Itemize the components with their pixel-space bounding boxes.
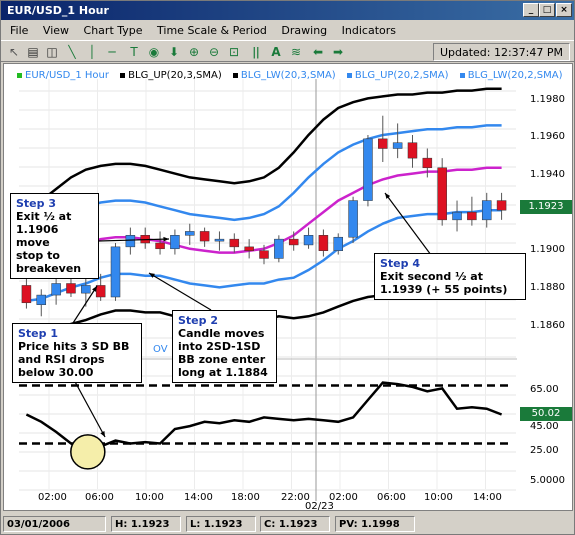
current-price-marker: 1.1923 bbox=[520, 200, 572, 214]
status-pv: PV: 1.1998 bbox=[335, 516, 415, 532]
legend-entry: BLG_UP(20,3,SMA) bbox=[120, 70, 222, 81]
callout-line: Price hits 3 SD BB bbox=[18, 340, 130, 353]
candle-body bbox=[125, 235, 136, 248]
candle-body bbox=[214, 238, 225, 242]
candle-body bbox=[481, 200, 492, 221]
candle-body bbox=[229, 238, 240, 248]
legend-entry: BLG_LW(20,2,SMA) bbox=[459, 70, 562, 81]
time-tick: 14:00 bbox=[184, 492, 213, 503]
callout-line: BB zone enter bbox=[178, 353, 266, 366]
candle-body bbox=[21, 285, 32, 304]
callout-step4: Step 4 Exit second ½ at 1.1939 (+ 55 poi… bbox=[374, 253, 526, 300]
candle-body bbox=[318, 235, 329, 251]
candle-body bbox=[259, 250, 269, 259]
candle-body bbox=[392, 142, 403, 149]
current-rsi-marker: 50.02 bbox=[520, 407, 572, 421]
candle-body bbox=[199, 231, 210, 242]
legend-entry: EUR/USD_1 Hour bbox=[17, 70, 109, 81]
candle-body bbox=[185, 231, 195, 236]
callout-line: stop to bbox=[16, 249, 60, 262]
candle-body bbox=[452, 211, 462, 221]
candle-body bbox=[51, 283, 61, 296]
candle-body bbox=[303, 235, 314, 246]
price-tick: 1.1940 bbox=[530, 169, 565, 180]
callout-line: Candle moves bbox=[178, 327, 265, 340]
rsi-tick: 5.0000 bbox=[530, 475, 565, 486]
time-tick: 10:00 bbox=[135, 492, 164, 503]
candle-body bbox=[110, 246, 121, 298]
status-close: C: 1.1923 bbox=[260, 516, 330, 532]
legend-entry: BLG_UP(20,2,SMA) bbox=[346, 70, 449, 81]
rsi-tick: 25.00 bbox=[530, 445, 559, 456]
candle-body bbox=[422, 157, 433, 169]
candle-body bbox=[170, 235, 180, 250]
callout-step1: Step 1 Price hits 3 SD BB and RSI drops … bbox=[12, 323, 142, 383]
chart-legend: EUR/USD_1 Hour BLG_UP(20,3,SMA) BLG_LW(2… bbox=[17, 70, 570, 81]
price-tick: 1.1880 bbox=[530, 282, 565, 293]
callout-line: Exit second ½ at bbox=[380, 270, 483, 283]
legend-entry: BLG_LW(20,3,SMA) bbox=[232, 70, 336, 81]
candle-body bbox=[36, 294, 47, 305]
callout-line: and RSI drops bbox=[18, 353, 105, 366]
price-tick: 1.1980 bbox=[530, 94, 565, 105]
rsi-oversold-highlight bbox=[70, 434, 106, 470]
rsi-tick: 65.00 bbox=[530, 384, 559, 395]
candle-body bbox=[363, 138, 373, 201]
candle-body bbox=[66, 283, 76, 294]
callout-line: 1.1939 (+ 55 points) bbox=[380, 283, 508, 296]
step3-arrow-head bbox=[163, 236, 169, 242]
status-datetime: 03/01/2006 16:06:00 bbox=[3, 516, 106, 535]
callout-title: Step 4 bbox=[380, 257, 420, 270]
candle-body bbox=[378, 138, 388, 149]
candle-body bbox=[348, 200, 358, 238]
time-tick: 06:00 bbox=[377, 492, 406, 503]
rsi-tick: 45.00 bbox=[530, 421, 559, 432]
candle-body bbox=[155, 242, 165, 250]
overlay-label: OV bbox=[153, 344, 168, 355]
price-tick: 1.1860 bbox=[530, 320, 565, 331]
status-low: L: 1.1923 bbox=[186, 516, 256, 532]
time-tick: 06:00 bbox=[85, 492, 114, 503]
candle-body bbox=[437, 167, 447, 221]
candle-body bbox=[467, 211, 477, 221]
time-tick: 10:00 bbox=[424, 492, 453, 503]
date-label: 02/23 bbox=[305, 501, 334, 512]
chart-window: EUR/USD_1 Hour _ □ × File View Chart Typ… bbox=[0, 0, 575, 535]
callout-line: breakeven bbox=[16, 262, 82, 275]
callout-line: below 30.00 bbox=[18, 366, 94, 379]
status-bar: 03/01/2006 16:06:00 H: 1.1923 L: 1.1923 … bbox=[1, 513, 574, 535]
candle-body bbox=[95, 285, 106, 298]
status-high: H: 1.1923 bbox=[111, 516, 181, 532]
time-tick: 02:00 bbox=[38, 492, 67, 503]
candle-body bbox=[496, 200, 507, 211]
candle-body bbox=[274, 238, 284, 259]
time-tick: 14:00 bbox=[473, 492, 502, 503]
callout-title: Step 3 bbox=[16, 197, 56, 210]
candle-body bbox=[407, 142, 418, 159]
callout-title: Step 1 bbox=[18, 327, 58, 340]
callout-line: long at 1.1884 bbox=[178, 366, 268, 379]
price-tick: 1.1900 bbox=[530, 244, 565, 255]
rsi-panel bbox=[19, 384, 509, 470]
callout-line: Exit ½ at bbox=[16, 210, 72, 223]
step2-arrow bbox=[148, 272, 212, 311]
candle-body bbox=[333, 236, 343, 251]
callout-line: into 2SD-1SD bbox=[178, 340, 261, 353]
price-tick: 1.1960 bbox=[530, 131, 565, 142]
callout-title: Step 2 bbox=[178, 314, 218, 327]
candle-body bbox=[81, 285, 91, 294]
callout-step3: Step 3 Exit ½ at 1.1906 move stop to bre… bbox=[10, 193, 99, 279]
candle-body bbox=[244, 246, 254, 251]
candle-body bbox=[288, 238, 299, 246]
step1-rsi-arrow bbox=[72, 377, 106, 438]
callout-step2: Step 2 Candle moves into 2SD-1SD BB zone… bbox=[172, 310, 277, 383]
callout-line: 1.1906 move bbox=[16, 223, 59, 249]
time-tick: 18:00 bbox=[231, 492, 260, 503]
